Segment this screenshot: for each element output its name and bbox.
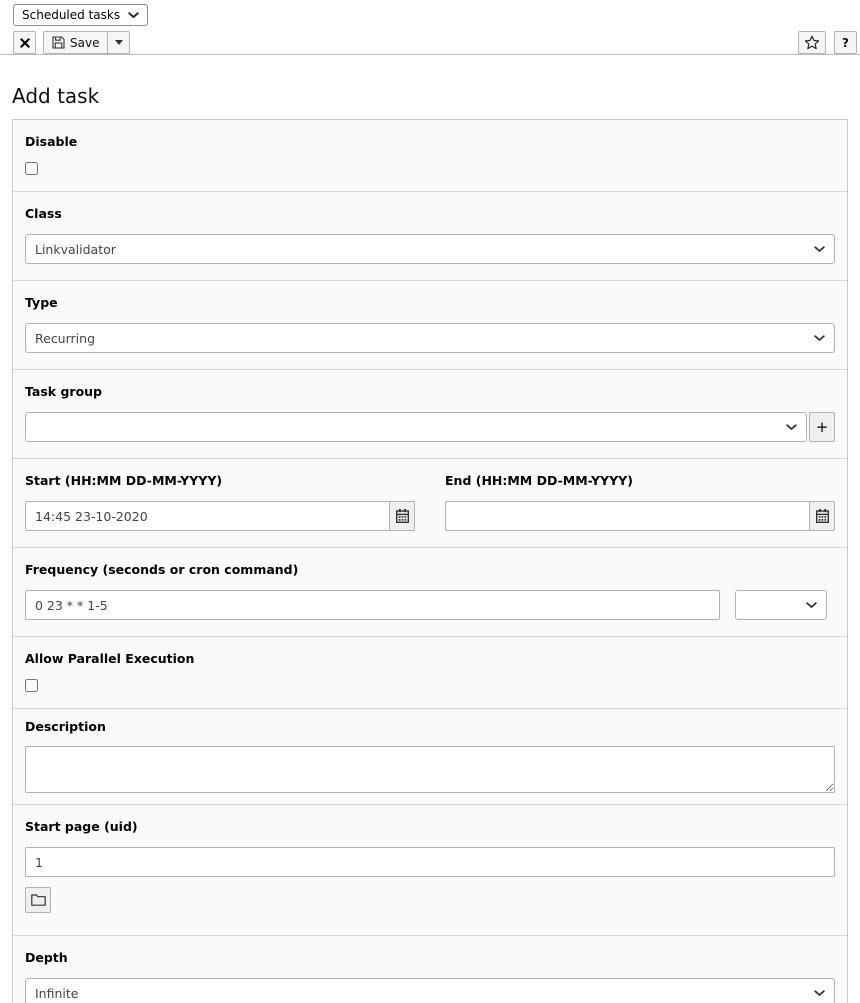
calendar-icon	[396, 509, 409, 523]
class-label: Class	[25, 206, 835, 221]
chevron-down-icon	[814, 335, 825, 342]
field-start-page: Start page (uid)	[13, 804, 847, 935]
field-end: End (HH:MM DD-MM-YYYY)	[445, 473, 835, 531]
class-select[interactable]: Linkvalidator	[25, 234, 835, 264]
field-start: Start (HH:MM DD-MM-YYYY)	[25, 473, 415, 531]
disable-label: Disable	[25, 134, 835, 149]
field-parallel: Allow Parallel Execution	[13, 636, 847, 708]
calendar-icon	[816, 509, 829, 523]
task-group-row: +	[25, 412, 835, 442]
chevron-down-icon	[128, 12, 139, 19]
parallel-checkbox[interactable]	[25, 679, 38, 692]
end-datepicker-button[interactable]	[809, 501, 835, 531]
module-dropdown-value: Scheduled tasks	[22, 8, 120, 22]
parallel-label: Allow Parallel Execution	[25, 651, 835, 666]
end-input-group	[445, 501, 835, 531]
start-input-group	[25, 501, 415, 531]
start-page-input[interactable]	[25, 847, 835, 877]
type-label: Type	[25, 295, 835, 310]
depth-select[interactable]: Infinite	[25, 978, 835, 1003]
field-type: Type Recurring	[13, 280, 847, 369]
browse-pages-button[interactable]	[25, 887, 51, 913]
star-icon	[804, 35, 820, 50]
chevron-down-icon	[814, 246, 825, 253]
task-group-label: Task group	[25, 384, 835, 399]
save-button[interactable]: Save	[43, 31, 108, 54]
frequency-label: Frequency (seconds or cron command)	[25, 562, 835, 577]
description-label: Description	[25, 719, 835, 734]
field-description: Description	[13, 708, 847, 804]
frequency-row	[25, 590, 835, 620]
field-task-group: Task group +	[13, 369, 847, 458]
close-icon	[20, 38, 30, 48]
chevron-down-icon	[806, 602, 817, 609]
type-select[interactable]: Recurring	[25, 323, 835, 353]
end-label: End (HH:MM DD-MM-YYYY)	[445, 473, 835, 488]
help-button[interactable]: ?	[834, 31, 857, 54]
toolbar-right-group: ?	[798, 31, 857, 54]
save-button-label: Save	[70, 36, 99, 50]
field-class: Class Linkvalidator	[13, 191, 847, 280]
start-page-label: Start page (uid)	[25, 819, 835, 834]
depth-label: Depth	[25, 950, 835, 965]
bookmark-button[interactable]	[798, 31, 826, 54]
save-icon	[52, 36, 65, 49]
field-start-end: Start (HH:MM DD-MM-YYYY)	[13, 458, 847, 547]
start-page-browse-row	[25, 887, 835, 913]
chevron-down-icon	[814, 990, 825, 997]
disable-checkbox[interactable]	[25, 162, 38, 175]
class-select-value: Linkvalidator	[35, 242, 116, 257]
page-title: Add task	[12, 84, 860, 108]
add-task-group-button[interactable]: +	[809, 412, 835, 442]
type-select-value: Recurring	[35, 331, 95, 346]
add-task-form: Disable Class Linkvalidator Type Recurri…	[12, 119, 848, 1003]
doc-toolbar: Save ?	[13, 31, 857, 54]
end-input[interactable]	[445, 501, 810, 531]
frequency-input[interactable]	[25, 590, 720, 620]
field-depth: Depth Infinite	[13, 935, 847, 1003]
folder-icon	[31, 894, 46, 906]
save-button-group: Save	[43, 31, 130, 54]
description-textarea[interactable]	[25, 746, 835, 793]
start-label: Start (HH:MM DD-MM-YYYY)	[25, 473, 415, 488]
field-frequency: Frequency (seconds or cron command)	[13, 547, 847, 636]
doc-header: Scheduled tasks Save	[0, 0, 860, 55]
chevron-down-icon	[786, 424, 797, 431]
frequency-preset-select[interactable]	[735, 590, 827, 620]
task-group-select[interactable]	[25, 412, 807, 442]
start-input[interactable]	[25, 501, 390, 531]
caret-down-icon	[115, 40, 123, 45]
depth-select-value: Infinite	[35, 986, 78, 1001]
module-dropdown[interactable]: Scheduled tasks	[13, 4, 148, 26]
save-options-button[interactable]	[107, 31, 130, 54]
field-disable: Disable	[13, 120, 847, 191]
start-datepicker-button[interactable]	[389, 501, 415, 531]
close-button[interactable]	[13, 31, 36, 54]
